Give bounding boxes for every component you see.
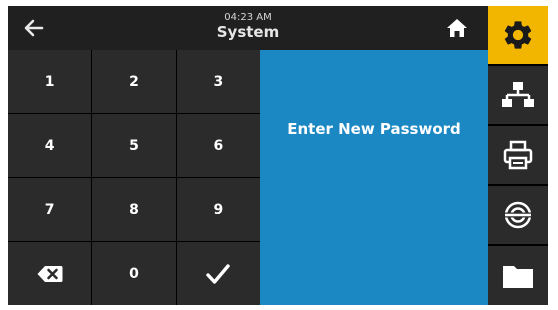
key-3[interactable]: 3 <box>176 50 260 113</box>
gear-icon <box>504 21 532 49</box>
backspace-button[interactable] <box>8 242 92 305</box>
key-8[interactable]: 8 <box>92 178 176 241</box>
confirm-button[interactable] <box>176 242 260 305</box>
folder-icon <box>503 265 533 288</box>
backspace-icon <box>37 265 63 282</box>
key-9[interactable]: 9 <box>176 178 260 241</box>
rfid-icon <box>503 201 533 229</box>
home-icon <box>447 19 467 37</box>
key-1[interactable]: 1 <box>8 50 92 113</box>
key-4[interactable]: 4 <box>8 114 92 177</box>
right-sidebar <box>488 6 548 305</box>
printer-screen: 04:23 AM System 1 2 3 4 5 6 7 8 9 0 Ente… <box>8 6 548 305</box>
sidebar-item-storage[interactable] <box>488 246 548 305</box>
password-prompt: Enter New Password <box>287 120 461 138</box>
clock-time: 04:23 AM <box>224 12 272 23</box>
page-title: System <box>216 23 280 41</box>
password-panel: Enter New Password <box>260 50 488 305</box>
network-icon <box>502 82 534 107</box>
sidebar-item-settings[interactable] <box>488 6 548 64</box>
home-button[interactable] <box>444 16 470 40</box>
printer-icon <box>503 140 533 170</box>
key-7[interactable]: 7 <box>8 178 92 241</box>
key-5[interactable]: 5 <box>92 114 176 177</box>
sidebar-item-network[interactable] <box>488 66 548 124</box>
key-0[interactable]: 0 <box>92 242 176 305</box>
key-6[interactable]: 6 <box>176 114 260 177</box>
sidebar-item-rfid[interactable] <box>488 186 548 244</box>
key-2[interactable]: 2 <box>92 50 176 113</box>
sidebar-item-print[interactable] <box>488 126 548 184</box>
numeric-keypad: 1 2 3 4 5 6 7 8 9 0 <box>8 50 260 305</box>
header-bar: 04:23 AM System <box>8 6 488 50</box>
checkmark-icon <box>206 263 231 284</box>
